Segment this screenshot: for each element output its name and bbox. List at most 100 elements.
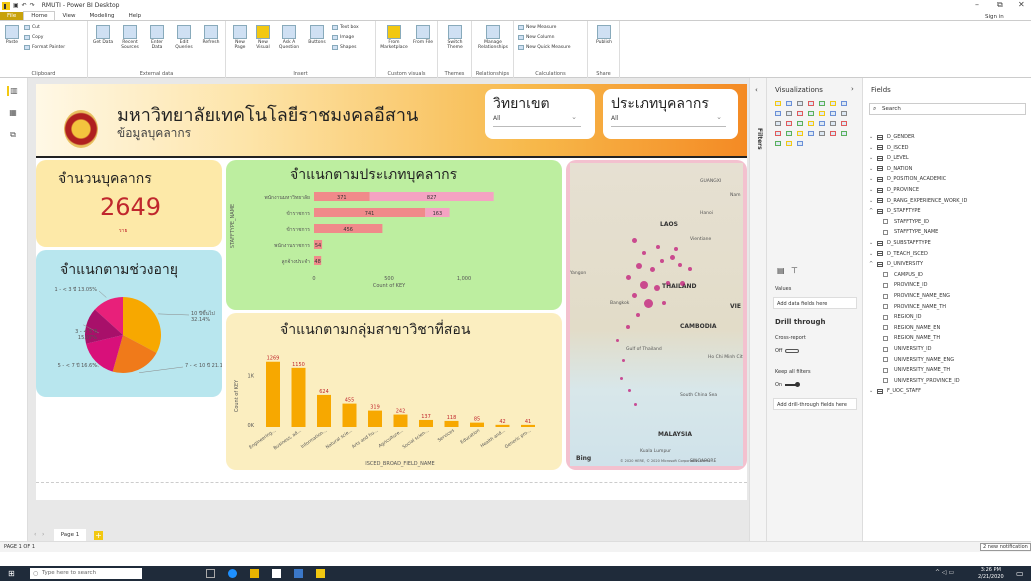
ribbon-tab-home[interactable]: Home <box>23 11 56 20</box>
bar[interactable] <box>342 403 357 427</box>
close-button[interactable]: ✕ <box>1018 0 1025 9</box>
visual-type-icon[interactable] <box>786 101 792 106</box>
field-card[interactable]: จำแนกตามกลุ่มสาขาวิชาที่สอน Count of KEY… <box>226 313 562 470</box>
redo-icon[interactable]: ↷ <box>30 2 35 9</box>
report-view-icon[interactable]: ▥ <box>7 86 19 96</box>
field-bar-chart[interactable]: Count of KEY0K1K1269Engineering...1150Bu… <box>226 341 562 470</box>
field-item-university_id[interactable]: UNIVERSITY_ID <box>883 346 932 352</box>
map-bubble[interactable] <box>644 299 653 308</box>
visual-type-icon[interactable] <box>775 141 781 146</box>
bar[interactable] <box>393 414 408 427</box>
publish-button[interactable]: Publish <box>592 25 616 45</box>
copy-button[interactable]: Copy <box>24 35 43 40</box>
chevron-down-icon[interactable]: ⌄ <box>869 134 875 140</box>
field-checkbox[interactable] <box>883 335 888 341</box>
field-checkbox[interactable] <box>883 293 888 299</box>
keep-filters-toggle[interactable]: On <box>775 382 801 388</box>
get-data-button[interactable]: Get Data <box>92 25 114 45</box>
bar[interactable] <box>368 410 382 427</box>
map-bubble[interactable] <box>636 263 642 269</box>
collapse-chevron-icon[interactable]: ‹ <box>755 86 758 94</box>
map-bubble[interactable] <box>666 281 670 285</box>
field-checkbox[interactable] <box>883 282 888 288</box>
field-checkbox[interactable] <box>883 378 888 384</box>
field-item-region_name_en[interactable]: REGION_NAME_EN <box>883 325 940 331</box>
visual-type-icon[interactable] <box>797 111 803 116</box>
visual-type-icon[interactable] <box>808 101 814 106</box>
field-table-d_substafftype[interactable]: ⌄ D_SUBSTAFFTYPE <box>869 240 931 246</box>
bar[interactable] <box>521 424 535 427</box>
page-next-icon[interactable]: › <box>42 531 44 538</box>
save-icon[interactable]: ▣ <box>13 2 19 9</box>
map-bubble[interactable] <box>680 281 685 286</box>
map-bubble[interactable] <box>660 259 664 263</box>
ribbon-tab-view[interactable]: View <box>55 12 82 20</box>
field-item-province_id[interactable]: PROVINCE_ID <box>883 282 927 288</box>
field-checkbox[interactable] <box>883 229 888 235</box>
chevron-down-icon[interactable]: ⌄ <box>869 240 875 246</box>
field-checkbox[interactable] <box>883 304 888 310</box>
visual-type-icon[interactable] <box>786 141 792 146</box>
format-painter-button[interactable]: Format Painter <box>24 45 65 50</box>
field-table-d_level[interactable]: ⌄ D_LEVEL <box>869 155 909 161</box>
chevron-down-icon[interactable]: ⌄ <box>869 198 875 204</box>
page-prev-icon[interactable]: ‹ <box>34 531 36 538</box>
add-page-button[interactable]: + <box>94 531 103 540</box>
field-item-province_name_th[interactable]: PROVINCE_NAME_TH <box>883 304 946 310</box>
field-checkbox[interactable] <box>883 367 888 373</box>
field-table-d_isced[interactable]: ⌄ D_ISCED <box>869 145 909 151</box>
visual-type-icon[interactable] <box>841 131 847 136</box>
chevron-down-icon[interactable]: ⌄ <box>869 166 875 172</box>
action-center-icon[interactable]: ▭ <box>1016 569 1024 578</box>
field-item-university_name_th[interactable]: UNIVERSITY_NAME_TH <box>883 367 950 373</box>
clock[interactable]: 3:26 PM 2/21/2020 <box>978 567 1004 581</box>
field-item-region_id[interactable]: REGION_ID <box>883 314 921 320</box>
model-view-icon[interactable]: ⧉ <box>7 130 19 140</box>
paste-button[interactable]: Paste <box>3 25 21 45</box>
page-tab-1[interactable]: Page 1 <box>54 529 86 541</box>
field-table-d_stafftype[interactable]: ^ D_STAFFTYPE <box>869 208 921 214</box>
cut-button[interactable]: Cut <box>24 25 40 30</box>
minimize-button[interactable]: – <box>975 0 979 9</box>
new-column-button[interactable]: New Column <box>518 35 554 40</box>
map-bubble[interactable] <box>632 293 637 298</box>
new-measure-button[interactable]: New Measure <box>518 25 556 30</box>
age-range-card[interactable]: จำแนกตามช่วงอายุ 1 - < 3 ปี 13.05% 10 ปีข… <box>36 250 222 397</box>
field-table-d_nation[interactable]: ⌄ D_NATION <box>869 166 912 172</box>
staff-type-slicer-dropdown[interactable]: All ⌄ <box>611 113 726 127</box>
manage-relationships-button[interactable]: Manage Relationships <box>476 25 510 50</box>
field-item-university_name_eng[interactable]: UNIVERSITY_NAME_ENG <box>883 357 954 363</box>
chevron-down-icon[interactable]: ⌄ <box>869 251 875 257</box>
visual-type-icon[interactable] <box>797 121 803 126</box>
visual-type-icon[interactable] <box>830 121 836 126</box>
field-table-d_rang_experience_work_id[interactable]: ⌄ D_RANG_EXPERIENCE_WORK_ID <box>869 198 967 204</box>
visual-type-icon[interactable] <box>786 131 792 136</box>
image-button[interactable]: Image <box>332 35 354 40</box>
staff-type-bar-chart[interactable]: STAFFTYPE_NAME พนักงานมหาวิทยาลัย 371 827 ข้… <box>226 186 562 310</box>
new-visual-button[interactable]: New Visual <box>253 25 273 50</box>
refresh-button[interactable]: Refresh <box>200 25 222 45</box>
map-bubble[interactable] <box>662 301 666 305</box>
visual-type-icon[interactable] <box>797 141 803 146</box>
restore-button[interactable]: ⧉ <box>997 0 1003 10</box>
visual-type-icon[interactable] <box>830 131 836 136</box>
drill-through-drop-zone[interactable]: Add drill-through fields here <box>773 398 857 410</box>
shapes-button[interactable]: Shapes <box>332 45 356 50</box>
visual-type-icon[interactable] <box>808 111 814 116</box>
visual-type-icon[interactable] <box>808 121 814 126</box>
file-explorer-icon[interactable] <box>250 569 259 578</box>
bar[interactable] <box>266 361 280 427</box>
field-table-d_gender[interactable]: ⌄ D_GENDER <box>869 134 915 140</box>
visual-type-icon[interactable] <box>775 101 781 106</box>
from-marketplace-button[interactable]: From Marketplace <box>380 25 408 50</box>
notification-badge[interactable]: 2 new notification <box>980 543 1031 551</box>
staff-type-card[interactable]: จำแนกตามประเภทบุคลากร STAFFTYPE_NAME พนัก… <box>226 160 562 310</box>
field-table-d_position_academic[interactable]: ⌄ D_POSITION_ACADEMIC <box>869 176 946 182</box>
staff-map[interactable]: LAOS THAILAND CAMBODIA VIE MALAYSIA GUANGXI Ha… <box>570 163 743 466</box>
staff-type-slicer[interactable]: ประเภทบุคลากร All ⌄ <box>603 89 738 139</box>
map-bubble[interactable] <box>634 403 637 406</box>
from-file-button[interactable]: From File <box>412 25 434 45</box>
map-bubble[interactable] <box>626 275 631 280</box>
bar[interactable] <box>317 394 331 427</box>
switch-theme-button[interactable]: Switch Theme <box>442 25 468 50</box>
